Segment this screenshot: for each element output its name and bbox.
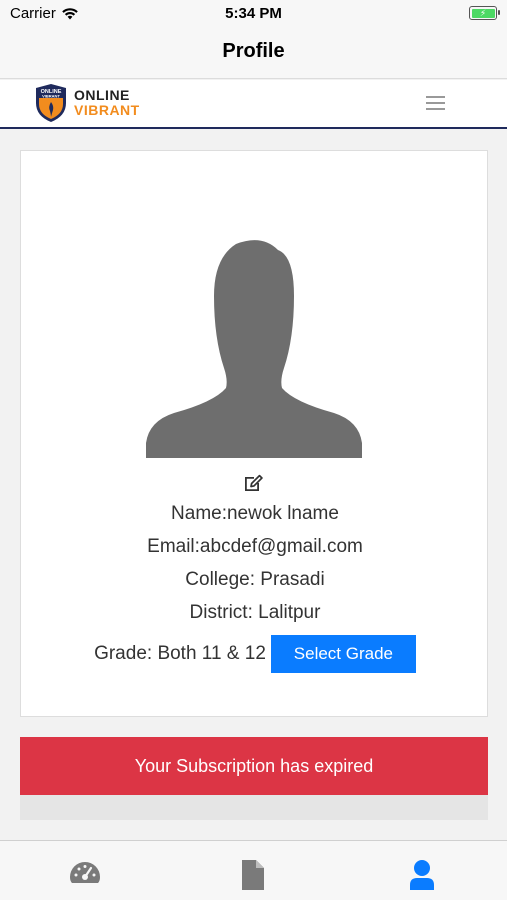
avatar-placeholder-icon	[146, 240, 362, 458]
profile-district: District: Lalitpur	[189, 602, 321, 623]
logo-wordmark: ONLINE VIBRANT	[74, 88, 140, 118]
status-bar: Carrier 5:34 PM ⚡	[0, 0, 507, 28]
select-grade-button[interactable]: Select Grade	[270, 635, 416, 673]
logo-text-vibrant: VIBRANT	[74, 102, 140, 118]
site-logo[interactable]: ONLINE VIBRANT ONLINE VIBRANT	[33, 83, 140, 123]
tab-dashboard[interactable]	[65, 859, 105, 899]
tab-bar	[0, 840, 507, 900]
status-time: 5:34 PM	[225, 5, 282, 22]
user-icon	[410, 860, 434, 890]
document-icon	[242, 860, 264, 890]
tab-profile[interactable]	[402, 859, 442, 899]
profile-card: Name:newok lname Email:abcdef@gmail.com …	[20, 150, 488, 717]
tab-documents[interactable]	[233, 859, 273, 899]
edit-icon[interactable]	[242, 473, 264, 493]
page-title: Profile	[222, 40, 285, 62]
grade-row: Grade: Both 11 & 12 Select Grade	[21, 635, 489, 673]
alert-footer	[20, 795, 488, 820]
subscription-expired-alert: Your Subscription has expired	[20, 737, 488, 795]
battery-charging-fill: ⚡	[471, 8, 495, 18]
hamburger-icon[interactable]	[426, 96, 445, 110]
profile-grade: Grade: Both 11 & 12	[94, 643, 266, 664]
battery-icon: ⚡	[469, 6, 500, 20]
dashboard-icon	[70, 862, 100, 883]
profile-email: Email:abcdef@gmail.com	[147, 536, 363, 557]
alert-message: Your Subscription has expired	[134, 755, 374, 776]
site-header: ONLINE VIBRANT ONLINE VIBRANT	[0, 80, 507, 129]
profile-name: Name:newok lname	[171, 503, 339, 524]
logo-text-online: ONLINE	[74, 87, 130, 103]
profile-college: College: Prasadi	[185, 569, 325, 590]
navigation-bar: Profile	[0, 28, 507, 79]
logo-badge-bottom: VIBRANT	[42, 94, 60, 99]
logo-shield-icon: ONLINE VIBRANT	[36, 84, 66, 122]
